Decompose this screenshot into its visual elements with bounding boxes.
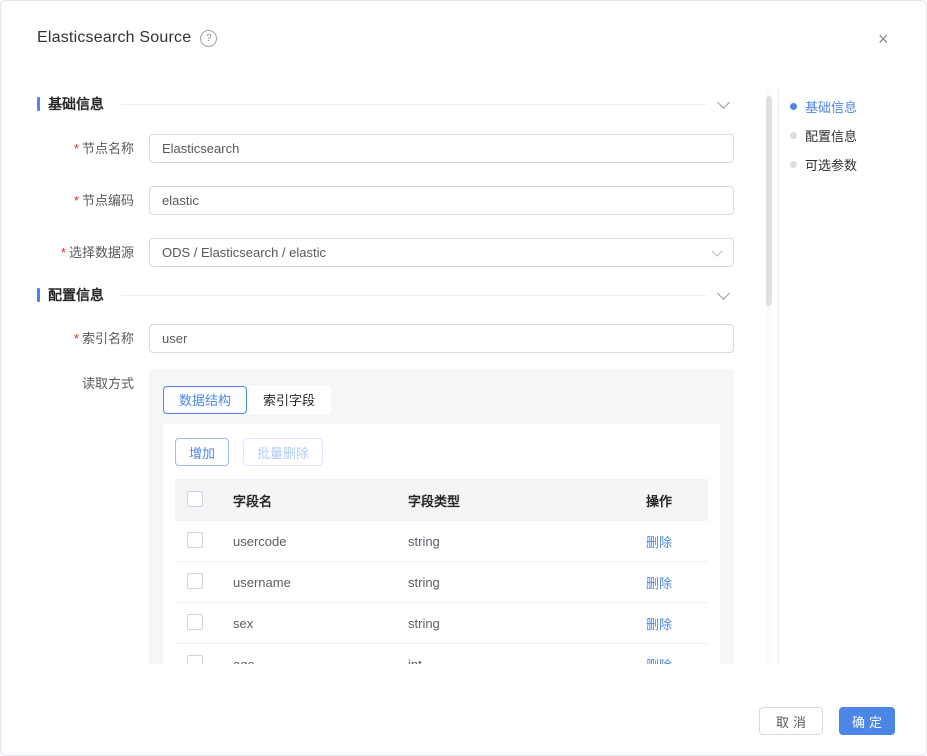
label-text: 索引名称 [82, 331, 134, 346]
label-text: 节点编码 [82, 193, 134, 208]
add-button[interactable]: 增加 [175, 438, 229, 466]
anchor-dot-icon [790, 132, 797, 139]
anchor-label: 可选参数 [805, 155, 857, 174]
batch-delete-button[interactable]: 批量删除 [243, 438, 323, 466]
node-name-input[interactable]: Elasticsearch [149, 134, 734, 163]
vertical-divider [778, 87, 779, 664]
delete-link[interactable]: 删除 [646, 535, 672, 550]
table-toolbar: 增加 批量删除 [175, 438, 708, 466]
node-code-input[interactable]: elastic [149, 186, 734, 215]
table-row: age int 删除 [175, 643, 708, 664]
label-text: 节点名称 [82, 141, 134, 156]
elasticsearch-source-dialog: Elasticsearch Source ? × 基础信息 *节点名称 Elas… [0, 0, 927, 756]
header-checkbox-cell [175, 491, 223, 510]
close-icon[interactable]: × [878, 30, 889, 48]
dialog-header: Elasticsearch Source ? [37, 29, 217, 47]
field-name-cell: usercode [223, 534, 398, 549]
cancel-button[interactable]: 取消 [759, 707, 823, 735]
row-checkbox-cell [175, 614, 223, 633]
field-type-cell: int [398, 657, 646, 665]
anchor-dot-icon [790, 103, 797, 110]
read-mode-panel: 数据结构 索引字段 增加 批量删除 字段名 字段类型 [149, 369, 734, 664]
datasource-select[interactable]: ODS / Elasticsearch / elastic [149, 238, 734, 267]
read-mode-tabs: 数据结构 索引字段 [163, 386, 331, 414]
delete-link[interactable]: 删除 [646, 658, 672, 665]
anchor-item-config[interactable]: 配置信息 [790, 127, 857, 143]
form-row-index-name: *索引名称 user [37, 324, 734, 353]
anchor-dot-icon [790, 161, 797, 168]
column-header-field-type: 字段类型 [398, 491, 646, 510]
confirm-button[interactable]: 确定 [839, 707, 895, 735]
section-title-config: 配置信息 [48, 285, 104, 305]
column-header-action: 操作 [646, 491, 708, 510]
required-marker: * [74, 141, 79, 156]
fields-table: 字段名 字段类型 操作 usercode string 删除 [175, 479, 708, 664]
chevron-down-icon [711, 245, 722, 256]
section-title-basic: 基础信息 [48, 94, 104, 114]
row-checkbox[interactable] [187, 655, 203, 665]
tab-index-fields[interactable]: 索引字段 [247, 386, 331, 414]
row-checkbox-cell [175, 573, 223, 592]
field-type-cell: string [398, 575, 646, 590]
section-accent-bar [37, 288, 40, 302]
collapse-chevron-icon[interactable] [717, 96, 730, 109]
node-code-value: elastic [162, 193, 199, 208]
anchor-item-basic[interactable]: 基础信息 [790, 98, 857, 114]
index-name-input[interactable]: user [149, 324, 734, 353]
tab-data-structure[interactable]: 数据结构 [163, 386, 247, 414]
form-row-node-code: *节点编码 elastic [37, 186, 734, 215]
field-type-cell: string [398, 616, 646, 631]
field-type-cell: string [398, 534, 646, 549]
section-dotted-divider [122, 104, 705, 105]
scrollbar-thumb[interactable] [766, 96, 772, 306]
dialog-footer: 取消 确定 [759, 707, 895, 735]
index-name-value: user [162, 331, 187, 346]
dialog-body: 基础信息 *节点名称 Elasticsearch *节点编码 elastic *… [37, 87, 734, 664]
form-row-datasource: *选择数据源 ODS / Elasticsearch / elastic [37, 238, 734, 267]
anchor-nav: 基础信息 配置信息 可选参数 [790, 98, 857, 172]
delete-link[interactable]: 删除 [646, 617, 672, 632]
row-checkbox[interactable] [187, 532, 203, 548]
anchor-item-optional[interactable]: 可选参数 [790, 156, 857, 172]
help-icon[interactable]: ? [200, 30, 217, 47]
dialog-title: Elasticsearch Source [37, 29, 191, 47]
datasource-value: ODS / Elasticsearch / elastic [162, 245, 326, 260]
node-name-value: Elasticsearch [162, 141, 239, 156]
row-checkbox[interactable] [187, 614, 203, 630]
section-accent-bar [37, 97, 40, 111]
index-name-label: *索引名称 [37, 324, 134, 353]
anchor-label: 基础信息 [805, 97, 857, 116]
datasource-label: *选择数据源 [37, 238, 134, 267]
delete-link[interactable]: 删除 [646, 576, 672, 591]
table-row: sex string 删除 [175, 602, 708, 643]
table-row: usercode string 删除 [175, 521, 708, 561]
content-scrollbar[interactable] [766, 87, 772, 664]
field-name-cell: age [223, 657, 398, 665]
label-text: 选择数据源 [69, 245, 134, 260]
row-checkbox-cell [175, 655, 223, 665]
section-dotted-divider [122, 295, 705, 296]
section-header-config: 配置信息 [37, 287, 734, 303]
required-marker: * [74, 331, 79, 346]
table-header-row: 字段名 字段类型 操作 [175, 479, 708, 521]
node-name-label: *节点名称 [37, 134, 134, 163]
anchor-label: 配置信息 [805, 126, 857, 145]
read-mode-label: 读取方式 [37, 369, 134, 398]
required-marker: * [74, 193, 79, 208]
form-row-node-name: *节点名称 Elasticsearch [37, 134, 734, 163]
collapse-chevron-icon[interactable] [717, 287, 730, 300]
form-row-read-mode: 读取方式 数据结构 索引字段 增加 批量删除 [37, 369, 734, 664]
required-marker: * [61, 245, 66, 260]
column-header-field-name: 字段名 [223, 491, 398, 510]
node-code-label: *节点编码 [37, 186, 134, 215]
row-checkbox[interactable] [187, 573, 203, 589]
field-name-cell: sex [223, 616, 398, 631]
table-row: username string 删除 [175, 561, 708, 602]
fields-table-panel: 增加 批量删除 字段名 字段类型 操作 [163, 424, 720, 664]
field-name-cell: username [223, 575, 398, 590]
select-all-checkbox[interactable] [187, 491, 203, 507]
section-header-basic: 基础信息 [37, 96, 734, 112]
row-checkbox-cell [175, 532, 223, 551]
